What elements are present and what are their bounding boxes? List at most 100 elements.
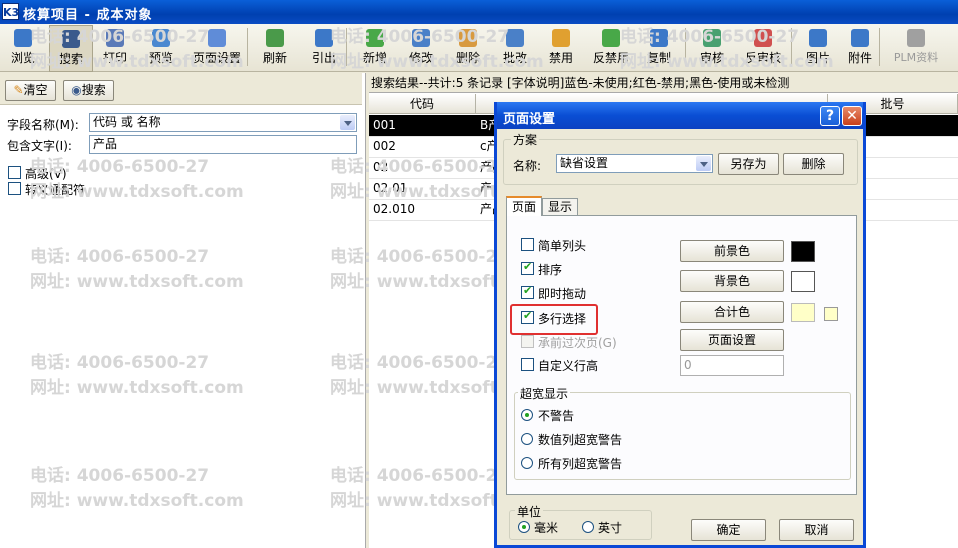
help-button[interactable]: ? xyxy=(820,106,840,126)
clear-button[interactable]: ✎清空 xyxy=(5,80,56,101)
tab-display[interactable]: 显示 xyxy=(542,198,578,215)
search-panel: ✎清空 ◉搜索 字段名称(M): 代码 或 名称 包含文字(I): 产品 高级(… xyxy=(0,73,366,548)
sort-checkbox[interactable] xyxy=(521,260,534,275)
toolbar-delete-button[interactable]: 删除 xyxy=(447,25,489,70)
unit-group-title: 单位 xyxy=(515,503,544,520)
broom-icon: ✎ xyxy=(13,83,24,97)
ok-button[interactable]: 确定 xyxy=(691,519,766,541)
contains-text-label: 包含文字(I): xyxy=(7,139,72,153)
contains-text-input[interactable]: 产品 xyxy=(89,135,357,154)
toolbar-audit-button[interactable]: 审核 xyxy=(691,25,733,70)
toolbar-button-label: 修改 xyxy=(408,51,433,65)
scheme-name-label: 名称: xyxy=(513,159,542,173)
column-header-code[interactable]: 代码 xyxy=(369,94,476,114)
row-height-input[interactable]: 0 xyxy=(680,355,784,376)
unit-inch-radio[interactable] xyxy=(582,521,594,533)
toolbar-copy-button[interactable]: 复制 xyxy=(636,25,682,70)
close-button[interactable]: ✕ xyxy=(842,106,862,126)
scheme-group-title: 方案 xyxy=(511,131,540,148)
search-result-status: 搜索结果--共计:5 条记录 [字体说明]蓝色-未使用;红色-禁用;黑色-使用或… xyxy=(369,73,958,93)
cell-code: 02.010 xyxy=(373,202,415,216)
toolbar-preview-button[interactable]: 预览 xyxy=(139,25,183,70)
chevron-down-icon[interactable] xyxy=(340,115,355,130)
unit-mm-label: 毫米 xyxy=(534,521,559,535)
overwidth-group-title: 超宽显示 xyxy=(518,385,571,402)
foreground-color-button[interactable]: 前景色 xyxy=(680,240,784,262)
wildcard-label: 转义通配符 xyxy=(25,183,86,197)
toolbar-button-label: 新增 xyxy=(362,51,387,65)
toolbar-page-setup-button[interactable]: 页面设置 xyxy=(187,25,247,70)
toolbar-add-button[interactable]: 新增 xyxy=(354,25,396,70)
toolbar-disable-button[interactable]: 禁用 xyxy=(540,25,582,70)
chevron-down-icon[interactable] xyxy=(696,156,711,171)
all-warn-label: 所有列超宽警告 xyxy=(538,457,623,471)
picture-icon xyxy=(809,29,827,47)
toolbar-unaudit-button[interactable]: 反审核 xyxy=(737,25,789,70)
export-icon xyxy=(315,29,333,47)
toolbar-edit-button[interactable]: 修改 xyxy=(400,25,442,70)
toolbar-separator xyxy=(791,28,792,66)
simple-header-checkbox[interactable] xyxy=(521,238,534,251)
numeric-warn-radio[interactable] xyxy=(521,433,533,445)
save-as-button[interactable]: 另存为 xyxy=(718,153,779,175)
toolbar-button-label: 页面设置 xyxy=(192,51,241,65)
drag-checkbox[interactable] xyxy=(521,284,534,299)
carry-over-label: 承前过次页(G) xyxy=(538,336,617,350)
unit-mm-radio[interactable] xyxy=(518,521,530,533)
total-color-button[interactable]: 合计色 xyxy=(680,301,784,323)
toolbar-refresh-button[interactable]: 刷新 xyxy=(254,25,296,70)
sort-label: 排序 xyxy=(538,263,563,277)
scheme-dropdown[interactable]: 缺省设置 xyxy=(556,154,713,173)
edit-icon xyxy=(412,29,430,47)
toolbar-button-label: 审核 xyxy=(699,51,724,65)
toolbar-plm-button[interactable]: PLM资料 xyxy=(886,25,946,70)
toolbar-button-label: 反禁用 xyxy=(592,51,629,65)
toolbar-button-label: 复制 xyxy=(646,51,671,65)
toolbar-enable-button[interactable]: 反禁用 xyxy=(585,25,637,70)
toolbar-attachment-button[interactable]: 附件 xyxy=(839,25,881,70)
binoculars-icon xyxy=(62,30,80,48)
toolbar-binoculars-button[interactable]: 搜索 xyxy=(49,25,93,72)
field-name-label: 字段名称(M): xyxy=(7,118,79,132)
search-panel-header: ✎清空 ◉搜索 xyxy=(0,73,362,105)
toolbar-separator xyxy=(685,28,686,66)
no-warn-radio[interactable] xyxy=(521,409,533,421)
toolbar-browse-button[interactable]: 浏览 xyxy=(3,25,43,70)
all-warn-radio[interactable] xyxy=(521,457,533,469)
page-setup-inner-button[interactable]: 页面设置 xyxy=(680,329,784,351)
delete-icon xyxy=(459,29,477,47)
advanced-label: 高级(V) xyxy=(25,167,67,181)
custom-row-height-checkbox[interactable] xyxy=(521,358,534,371)
toolbar-export-button[interactable]: 引出 xyxy=(303,25,345,70)
search-button[interactable]: ◉搜索 xyxy=(63,80,114,101)
refresh-icon xyxy=(266,29,284,47)
background-color-button[interactable]: 背景色 xyxy=(680,270,784,292)
tab-page[interactable]: 页面 xyxy=(506,196,542,216)
advanced-checkbox[interactable] xyxy=(8,166,21,179)
dialog-title: 页面设置 xyxy=(503,112,556,127)
toolbar-button-label: 删除 xyxy=(455,51,480,65)
total-color-swatch[interactable] xyxy=(791,303,815,322)
enable-icon xyxy=(602,29,620,47)
field-name-dropdown[interactable]: 代码 或 名称 xyxy=(89,113,357,132)
unaudit-icon xyxy=(754,29,772,47)
scheme-delete-button[interactable]: 删除 xyxy=(783,153,844,175)
background-color-swatch[interactable] xyxy=(791,271,815,292)
audit-icon xyxy=(703,29,721,47)
toolbar-batch-edit-button[interactable]: 批改 xyxy=(494,25,536,70)
total-color-small-swatch[interactable] xyxy=(824,307,838,321)
wildcard-checkbox[interactable] xyxy=(8,182,21,195)
window-title: 核算项目 - 成本对象 xyxy=(23,8,153,23)
unit-inch-label: 英寸 xyxy=(598,521,623,535)
add-icon xyxy=(366,29,384,47)
title-bar: K3 核算项目 - 成本对象 xyxy=(0,0,958,24)
carry-over-checkbox[interactable] xyxy=(521,335,534,348)
printer-icon xyxy=(106,29,124,47)
foreground-color-swatch[interactable] xyxy=(791,241,815,262)
toolbar-printer-button[interactable]: 打印 xyxy=(94,25,136,70)
cancel-button[interactable]: 取消 xyxy=(779,519,854,541)
numeric-warn-label: 数值列超宽警告 xyxy=(538,433,623,447)
toolbar-button-label: 附件 xyxy=(847,51,872,65)
page-setup-icon xyxy=(208,29,226,47)
toolbar-picture-button[interactable]: 图片 xyxy=(797,25,839,70)
